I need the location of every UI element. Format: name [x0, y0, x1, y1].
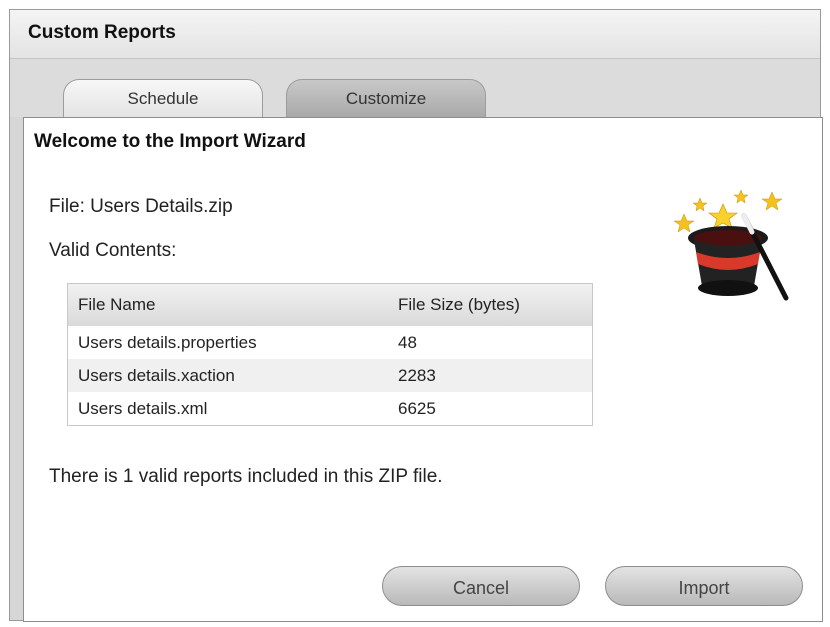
- magic-hat-wand-icon: [673, 189, 789, 301]
- tab-schedule[interactable]: Schedule: [63, 79, 263, 117]
- table-row: Users details.xaction 2283: [67, 359, 593, 392]
- title-bar: Custom Reports: [10, 10, 820, 59]
- wizard-heading: Welcome to the Import Wizard: [34, 131, 306, 152]
- contents-table: File Name File Size (bytes) Users detail…: [67, 283, 593, 426]
- file-name-line: File: Users Details.zip: [49, 196, 233, 217]
- column-header-file-size: File Size (bytes): [398, 295, 520, 314]
- custom-reports-window: Custom Reports Schedule Customize Welcom…: [9, 9, 823, 622]
- summary-text: There is 1 valid reports included in thi…: [49, 466, 443, 487]
- import-button[interactable]: Import: [605, 566, 803, 606]
- table-header-row: File Name File Size (bytes): [67, 283, 593, 326]
- cancel-button[interactable]: Cancel: [382, 566, 580, 606]
- file-size-cell: 6625: [398, 398, 436, 418]
- file-size-cell: 48: [398, 332, 417, 352]
- tab-strip: Schedule Customize: [10, 59, 820, 117]
- file-name-cell: Users details.xml: [78, 398, 208, 418]
- file-name-cell: Users details.properties: [78, 332, 257, 352]
- file-name-cell: Users details.xaction: [78, 365, 235, 385]
- window-title: Custom Reports: [28, 22, 176, 43]
- column-header-file-name: File Name: [78, 295, 156, 314]
- file-size-cell: 2283: [398, 365, 436, 385]
- tab-customize[interactable]: Customize: [286, 79, 486, 117]
- valid-contents-label: Valid Contents:: [49, 240, 177, 261]
- table-row: Users details.properties 48: [67, 326, 593, 359]
- table-row: Users details.xml 6625: [67, 392, 593, 426]
